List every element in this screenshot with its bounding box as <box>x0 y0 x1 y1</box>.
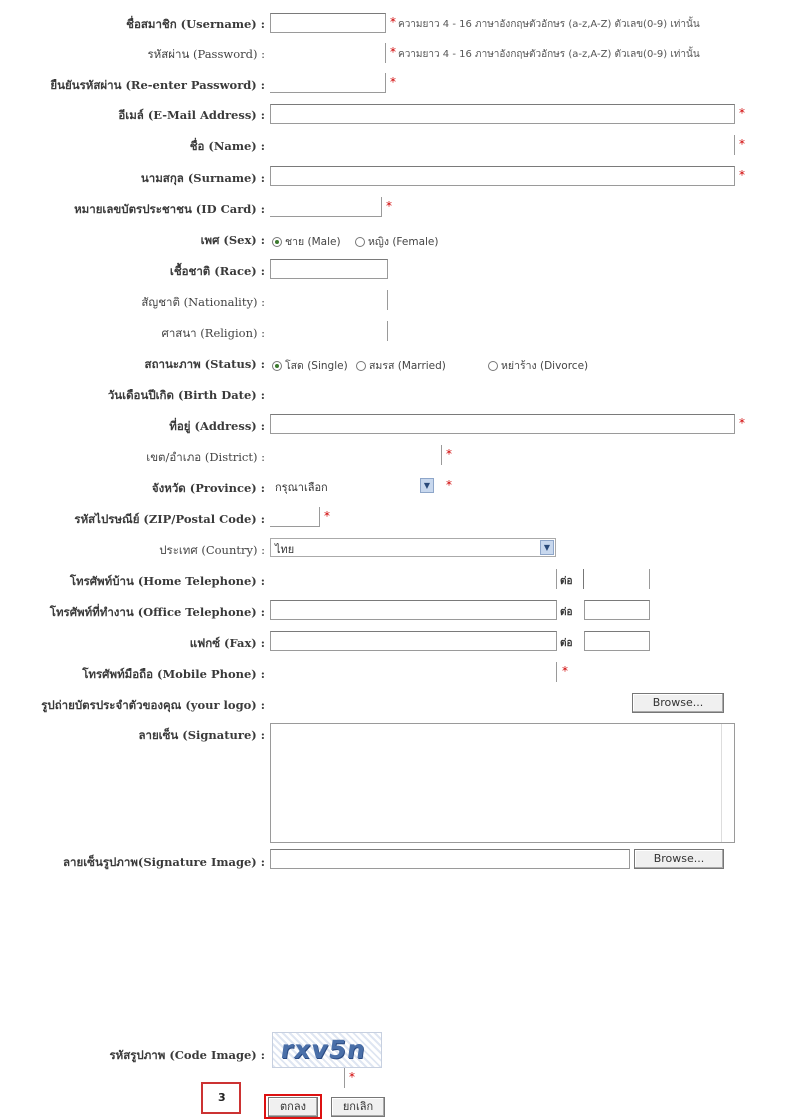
fax-label: แฟกซ์ (Fax) : <box>189 636 265 650</box>
signature-image-browse-button[interactable]: Browse... <box>634 849 724 869</box>
radio-icon <box>488 360 498 371</box>
required-mark: * <box>349 1070 355 1084</box>
office-phone-label: โทรศัพท์ที่ทำงาน (Office Telephone) : <box>49 605 265 619</box>
sex-label: เพศ (Sex) : <box>200 233 265 247</box>
username-hint: ความยาว 4 - 16 ภาษาอังกฤษตัวอักษร (a-z,A… <box>398 19 700 30</box>
home-phone-ext-label: ต่อ <box>560 576 573 587</box>
reenter-password-input[interactable] <box>270 73 386 93</box>
required-mark: * <box>390 45 396 59</box>
password-label: รหัสผ่าน (Password) : <box>147 47 266 61</box>
required-mark: * <box>390 15 396 29</box>
signature-scrollbar[interactable] <box>721 724 734 842</box>
username-label: ชื่อสมาชิก (Username) : <box>126 17 265 31</box>
office-phone-ext-input[interactable] <box>584 600 650 620</box>
religion-label: ศาสนา (Religion) : <box>161 326 265 340</box>
fax-input[interactable] <box>270 631 557 651</box>
step-marker: 3 <box>201 1082 241 1114</box>
signature-image-label: ลายเซ็นรูปภาพ(Signature Image) : <box>62 855 265 869</box>
nationality-label: สัญชาติ (Nationality) : <box>141 295 265 309</box>
address-input[interactable] <box>270 414 735 434</box>
required-mark: * <box>739 106 745 120</box>
signature-image-file-input[interactable] <box>270 849 630 869</box>
home-phone-label: โทรศัพท์บ้าน (Home Telephone) : <box>69 574 265 588</box>
code-image-label: รหัสรูปภาพ (Code Image) : <box>109 1048 265 1062</box>
status-married-label: สมรส (Married) <box>369 360 446 372</box>
home-phone-ext-divider <box>583 569 584 589</box>
cancel-button[interactable]: ยกเลิก <box>331 1097 385 1117</box>
radio-selected-icon <box>272 360 282 371</box>
status-divorce-label: หย่าร้าง (Divorce) <box>501 360 589 372</box>
password-hint: ความยาว 4 - 16 ภาษาอังกฤษตัวอักษร (a-z,A… <box>398 49 700 60</box>
fax-ext-input[interactable] <box>584 631 650 651</box>
religion-input[interactable] <box>387 321 388 341</box>
chevron-down-icon: ▼ <box>420 478 434 493</box>
home-phone-input[interactable] <box>556 569 557 589</box>
required-mark: * <box>739 168 745 182</box>
mobile-label: โทรศัพท์มือถือ (Mobile Phone) : <box>82 667 265 681</box>
mobile-input[interactable] <box>556 662 557 682</box>
required-mark: * <box>739 137 745 151</box>
address-label: ที่อยู่ (Address) : <box>169 419 265 433</box>
email-label: อีเมล์ (E-Mail Address) : <box>118 108 265 122</box>
race-input[interactable] <box>270 259 388 279</box>
email-input[interactable] <box>270 104 735 124</box>
office-phone-input[interactable] <box>270 600 557 620</box>
required-mark: * <box>386 199 392 213</box>
status-divorce-radio[interactable]: หย่าร้าง (Divorce) <box>488 357 588 374</box>
id-card-input[interactable] <box>270 197 382 217</box>
surname-label: นามสกุล (Surname) : <box>140 171 265 185</box>
province-label: จังหวัด (Province) : <box>151 481 265 495</box>
sex-male-radio[interactable]: ชาย (Male) <box>272 233 341 250</box>
username-input[interactable] <box>270 13 386 33</box>
sex-female-label: หญิง (Female) <box>368 236 439 248</box>
password-input[interactable] <box>385 43 386 63</box>
province-select[interactable]: กรุณาเลือก ▼ <box>270 476 436 495</box>
province-select-value: กรุณาเลือก <box>275 481 328 494</box>
zip-input[interactable] <box>270 507 320 527</box>
sex-male-label: ชาย (Male) <box>285 236 341 248</box>
sex-female-radio[interactable]: หญิง (Female) <box>355 233 439 250</box>
race-label: เชื้อชาติ (Race) : <box>169 264 265 278</box>
surname-input[interactable] <box>270 166 735 186</box>
name-input[interactable] <box>734 135 735 155</box>
captcha-input[interactable] <box>344 1068 345 1088</box>
birth-date-label: วันเดือนปีเกิด (Birth Date) : <box>107 388 265 402</box>
radio-icon <box>356 360 366 371</box>
office-phone-ext-label: ต่อ <box>560 607 573 618</box>
required-mark: * <box>562 664 568 678</box>
step-number: 3 <box>218 1091 226 1104</box>
radio-icon <box>355 236 365 247</box>
signature-label: ลายเซ็น (Signature) : <box>138 728 265 742</box>
district-label: เขต/อำเภอ (District) : <box>146 450 265 464</box>
district-input[interactable] <box>441 445 442 465</box>
home-phone-ext-input[interactable] <box>649 569 650 589</box>
signature-textarea[interactable] <box>270 723 735 843</box>
id-photo-browse-button[interactable]: Browse... <box>632 693 724 713</box>
name-label: ชื่อ (Name) : <box>189 139 265 153</box>
id-card-label: หมายเลขบัตรประชาชน (ID Card) : <box>74 202 265 216</box>
country-select[interactable]: ไทย ▼ <box>270 538 556 557</box>
reenter-password-label: ยืนยันรหัสผ่าน (Re-enter Password) : <box>50 78 265 92</box>
fax-ext-label: ต่อ <box>560 638 573 649</box>
submit-button[interactable]: ตกลง <box>268 1097 318 1117</box>
status-label: สถานะภาพ (Status) : <box>144 357 265 371</box>
id-photo-label: รูปถ่ายบัตรประจำตัวของคุณ (your logo) : <box>41 698 265 712</box>
nationality-input[interactable] <box>387 290 388 310</box>
zip-label: รหัสไปรษณีย์ (ZIP/Postal Code) : <box>74 512 265 526</box>
country-select-value: ไทย <box>275 543 295 556</box>
required-mark: * <box>324 509 330 523</box>
required-mark: * <box>446 478 452 492</box>
required-mark: * <box>739 416 745 430</box>
chevron-down-icon: ▼ <box>540 540 554 555</box>
required-mark: * <box>390 75 396 89</box>
status-single-label: โสด (Single) <box>285 360 348 372</box>
captcha-text: rxv5n <box>278 1035 368 1064</box>
status-single-radio[interactable]: โสด (Single) <box>272 357 348 374</box>
radio-selected-icon <box>272 236 282 247</box>
status-married-radio[interactable]: สมรส (Married) <box>356 357 446 374</box>
required-mark: * <box>446 447 452 461</box>
country-label: ประเทศ (Country) : <box>159 543 265 557</box>
captcha-image: rxv5n <box>272 1032 382 1068</box>
